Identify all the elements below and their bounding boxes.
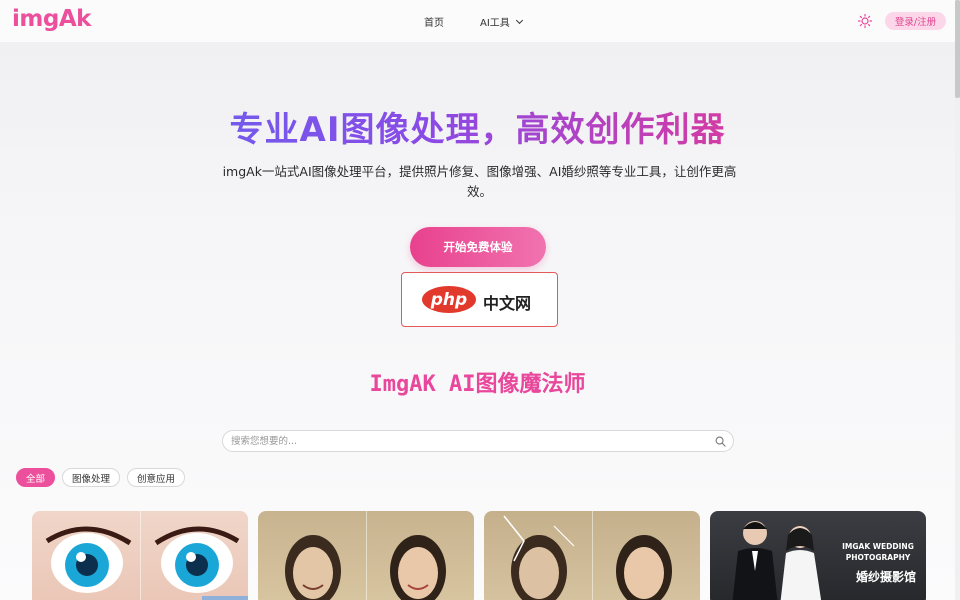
nav-ai-tools[interactable]: AI工具 [480, 14, 523, 29]
nav-ai-tools-label: AI工具 [480, 18, 510, 29]
hero-title: 专业AI图像处理，高效创作利器 [0, 102, 955, 151]
php-cn-banner[interactable]: php 中文网 [401, 272, 558, 327]
scrollbar-thumb[interactable] [955, 0, 960, 98]
login-register-button[interactable]: 登录/注册 [885, 12, 946, 30]
photo-restore-card[interactable] [484, 511, 700, 600]
nav-home[interactable]: 首页 [424, 14, 444, 29]
logo[interactable]: imgAk [12, 6, 91, 32]
search-bar[interactable] [222, 430, 734, 452]
main-nav: 首页 AI工具 [424, 14, 523, 29]
photo-colorize-card[interactable] [258, 511, 474, 600]
tools-section-title: ImgAK AI图像魔法师 [369, 372, 586, 397]
anime-eyes-card[interactable] [32, 511, 248, 600]
tag-all[interactable]: 全部 [16, 468, 56, 487]
wedding-overlay-subtitle: 婚纱摄影馆 [855, 570, 916, 584]
search-icon[interactable] [715, 436, 726, 447]
sun-icon[interactable] [857, 13, 873, 29]
hero-description: imgAk一站式AI图像处理平台，提供照片修复、图像增强、AI婚纱照等专业工具，… [222, 164, 737, 199]
php-banner-label: 中文网 [483, 294, 532, 313]
nav-home-label: 首页 [424, 18, 444, 29]
php-logo: php [422, 286, 476, 313]
tag-creative-apps[interactable]: 创意应用 [127, 468, 186, 487]
compare-divider[interactable] [592, 511, 593, 600]
tag-image-processing[interactable]: 图像处理 [62, 468, 121, 487]
wedding-overlay-title: IMGAK WEDDING PHOTOGRAPHY [842, 542, 914, 562]
category-tags: 全部 图像处理 创意应用 [16, 468, 186, 487]
start-free-trial-button[interactable]: 开始免费体验 [410, 227, 546, 267]
compare-divider[interactable] [140, 511, 141, 600]
chevron-down-icon [515, 16, 523, 24]
search-input[interactable] [231, 434, 701, 448]
scrollbar[interactable] [955, 0, 960, 600]
wedding-photo-card[interactable]: IMGAK WEDDING PHOTOGRAPHY 婚纱摄影馆 [710, 511, 926, 600]
compare-divider[interactable] [366, 511, 367, 600]
top-navbar: imgAk 首页 AI工具 登录/注册 [0, 0, 955, 42]
